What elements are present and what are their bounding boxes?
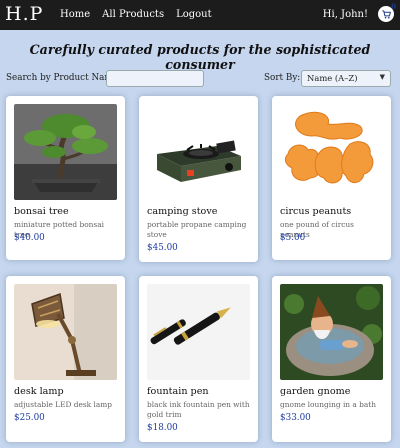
nav-link-home[interactable]: Home bbox=[60, 9, 90, 20]
product-name[interactable]: garden gnome bbox=[280, 386, 350, 397]
product-name[interactable]: bonsai tree bbox=[14, 206, 69, 217]
product-price: $5.00 bbox=[280, 233, 306, 243]
nav-link-all-products[interactable]: All Products bbox=[102, 9, 164, 20]
desk-lamp-image[interactable] bbox=[14, 284, 117, 380]
product-description: gnome lounging in a bath bbox=[280, 400, 377, 409]
page-tagline: Carefully curated products for the sophi… bbox=[29, 42, 371, 72]
sort-label: Sort By: bbox=[264, 73, 301, 83]
navbar: H.P Home All Products Logout Hi, John! 0 bbox=[0, 0, 400, 30]
sort-selected-value: Name (A–Z) bbox=[307, 73, 358, 83]
product-description: adjustable LED desk lamp bbox=[14, 400, 112, 409]
product-name[interactable]: fountain pen bbox=[147, 386, 209, 397]
fountain-pen-image[interactable] bbox=[147, 284, 250, 380]
product-price: $18.00 bbox=[147, 423, 178, 433]
user-greeting: Hi, John! bbox=[322, 9, 368, 20]
chevron-down-icon: ▼ bbox=[379, 73, 385, 81]
brand-logo[interactable]: H.P bbox=[5, 3, 43, 25]
circus-peanuts-image[interactable] bbox=[280, 104, 383, 200]
product-price: $45.00 bbox=[147, 243, 178, 253]
product-card[interactable]: garden gnome gnome lounging in a bath $3… bbox=[272, 276, 391, 442]
product-card[interactable]: fountain pen black ink fountain pen with… bbox=[139, 276, 258, 442]
product-name[interactable]: circus peanuts bbox=[280, 206, 351, 217]
camping-stove-image[interactable] bbox=[147, 104, 250, 200]
garden-gnome-image[interactable] bbox=[280, 284, 383, 380]
product-description: black ink fountain pen with gold trim bbox=[147, 400, 250, 419]
product-card[interactable]: desk lamp adjustable LED desk lamp $25.0… bbox=[6, 276, 125, 442]
product-price: $40.00 bbox=[14, 233, 45, 243]
cart-count-badge: 0 bbox=[391, 2, 396, 11]
nav-links: Home All Products Logout bbox=[60, 9, 212, 20]
sort-select[interactable]: Name (A–Z) ▼ bbox=[301, 70, 391, 87]
product-card[interactable]: camping stove portable propane camping s… bbox=[139, 96, 258, 262]
nav-link-logout[interactable]: Logout bbox=[176, 9, 212, 20]
search-input[interactable] bbox=[106, 70, 204, 87]
bonsai-tree-image[interactable] bbox=[14, 104, 117, 200]
product-price: $33.00 bbox=[280, 413, 311, 423]
product-name[interactable]: camping stove bbox=[147, 206, 217, 217]
product-card[interactable]: bonsai tree miniature potted bonsai tree… bbox=[6, 96, 125, 260]
product-price: $25.00 bbox=[14, 413, 45, 423]
product-card[interactable]: circus peanuts one pound of circus peanu… bbox=[272, 96, 391, 260]
cart-icon bbox=[381, 9, 391, 19]
product-name[interactable]: desk lamp bbox=[14, 386, 64, 397]
search-label: Search by Product Name: bbox=[6, 73, 121, 83]
product-description: portable propane camping stove bbox=[147, 220, 247, 239]
